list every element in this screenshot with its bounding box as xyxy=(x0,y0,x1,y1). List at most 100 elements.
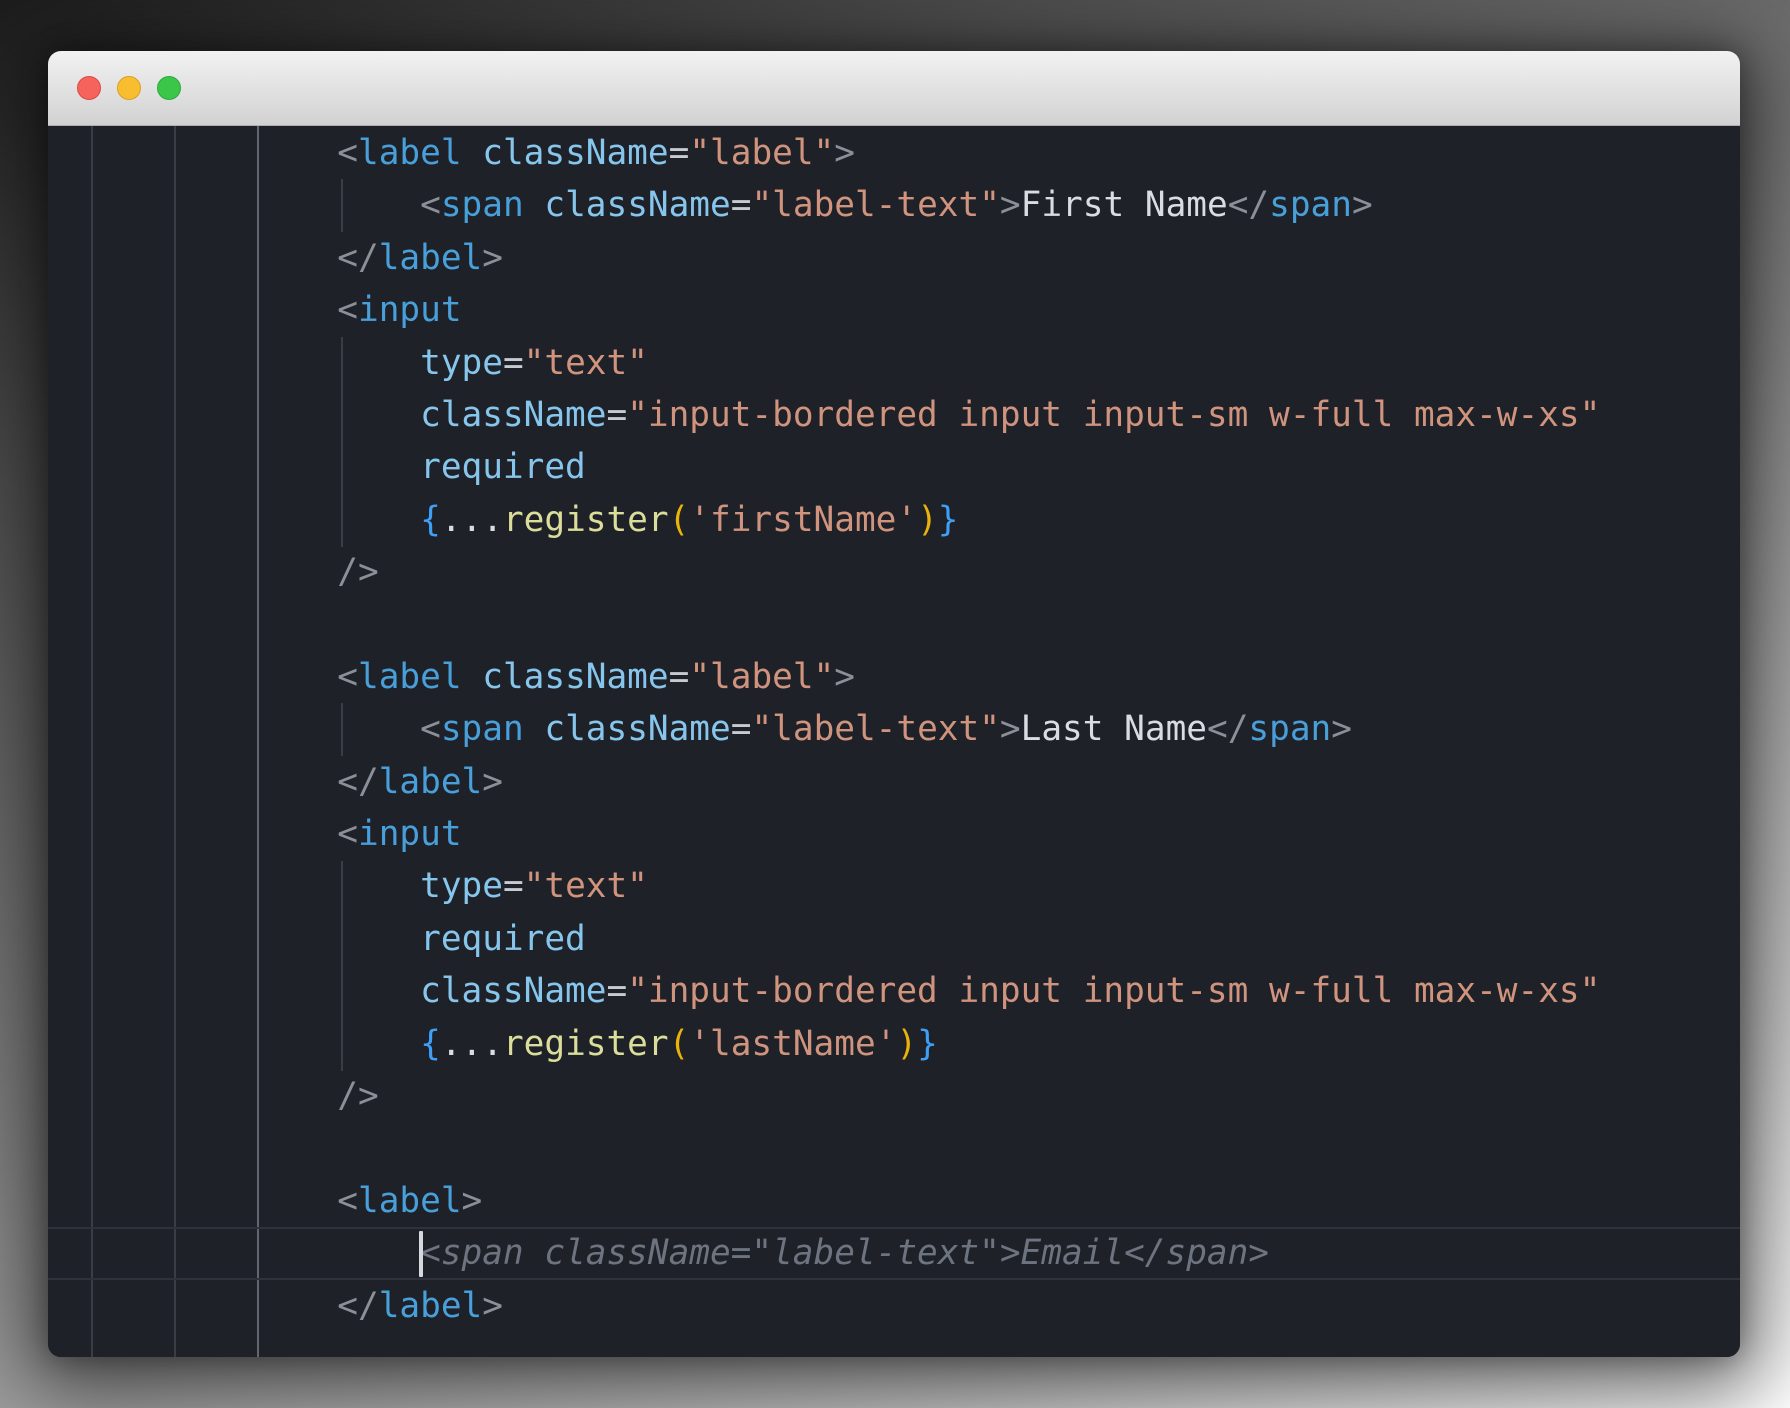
code-token-tag: input xyxy=(358,290,462,330)
code-line: required xyxy=(48,441,1600,493)
code-token-paren: ) xyxy=(917,500,938,540)
code-line: {...register('firstName')} xyxy=(48,494,1600,546)
code-token-punct: /> xyxy=(337,1076,378,1116)
code-token-sp xyxy=(48,1286,337,1326)
code-token-eq: = xyxy=(731,185,752,225)
code-token-sp xyxy=(48,290,337,330)
code-token-punct: < xyxy=(337,290,358,330)
code-token-brace: { xyxy=(420,1024,441,1064)
code-token-sp xyxy=(48,447,420,487)
code-token-brace: { xyxy=(420,500,441,540)
code-line: required xyxy=(48,913,1600,965)
code-token-sp xyxy=(48,814,337,854)
code-token-punct: </ xyxy=(1228,185,1269,225)
code-line: /> xyxy=(48,546,1600,598)
code-token-punct: > xyxy=(834,657,855,697)
code-line: <span className="label-text">Email</span… xyxy=(48,1227,1600,1279)
code-line: {...register('lastName')} xyxy=(48,1018,1600,1070)
code-token-tag: input xyxy=(358,814,462,854)
code-line xyxy=(48,1122,1600,1174)
code-token-punct: < xyxy=(420,185,441,225)
code-token-punct: > xyxy=(834,133,855,173)
code-token-tag: label xyxy=(379,762,483,802)
app-window: <label className="label"> <span classNam… xyxy=(48,51,1740,1357)
code-token-text: Last Name xyxy=(1021,709,1207,749)
title-bar[interactable] xyxy=(48,51,1740,126)
code-token-str: "label" xyxy=(689,657,834,697)
code-line: <label className="label"> xyxy=(48,127,1600,179)
code-token-attr: required xyxy=(420,447,586,487)
minimize-button[interactable] xyxy=(117,76,141,100)
code-token-str: "text" xyxy=(524,866,648,906)
code-token-sp xyxy=(48,1181,337,1221)
code-token-punct: < xyxy=(420,709,441,749)
code-token-str: 'firstName' xyxy=(689,500,917,540)
code-token-punct: > xyxy=(482,1286,503,1326)
code-line: <input xyxy=(48,284,1600,336)
code-token-sp xyxy=(462,133,483,173)
code-token-tag: label xyxy=(358,657,462,697)
code-token-punct: > xyxy=(1352,185,1373,225)
code-token-brace: } xyxy=(938,500,959,540)
code-token-ghost: <span className="label-text">Email</span… xyxy=(420,1233,1269,1273)
code-token-func: register xyxy=(503,500,669,540)
code-token-sp xyxy=(462,657,483,697)
code-line: <input xyxy=(48,808,1600,860)
code-token-sp xyxy=(48,1024,420,1064)
close-button[interactable] xyxy=(77,76,101,100)
code-token-attr: className xyxy=(420,971,606,1011)
code-token-eq: = xyxy=(731,709,752,749)
code-token-func: register xyxy=(503,1024,669,1064)
code-token-text: ... xyxy=(441,1024,503,1064)
code-token-attr: className xyxy=(482,657,668,697)
code-token-sp xyxy=(48,1233,420,1273)
code-token-punct: < xyxy=(337,657,358,697)
code-token-sp xyxy=(48,500,420,540)
code-token-punct: </ xyxy=(337,238,378,278)
code-token-sp xyxy=(48,552,337,592)
code-token-sp xyxy=(48,395,420,435)
code-token-sp xyxy=(48,133,337,173)
code-token-eq: = xyxy=(503,343,524,383)
traffic-lights xyxy=(77,76,181,100)
code-token-sp xyxy=(48,238,337,278)
code-line: </label> xyxy=(48,232,1600,284)
code-line: <label className="label"> xyxy=(48,651,1600,703)
code-token-attr: required xyxy=(420,919,586,959)
code-token-tag: span xyxy=(1269,185,1352,225)
code-token-attr: className xyxy=(482,133,668,173)
code-token-attr: className xyxy=(420,395,606,435)
code-token-sp xyxy=(48,971,420,1011)
code-token-str: "label-text" xyxy=(751,709,999,749)
code-token-str: "text" xyxy=(524,343,648,383)
code-token-punct: > xyxy=(482,762,503,802)
code-token-punct: > xyxy=(462,1181,483,1221)
code-token-eq: = xyxy=(606,395,627,435)
code-line xyxy=(48,599,1600,651)
code-token-sp xyxy=(48,657,337,697)
code-token-text: First Name xyxy=(1021,185,1228,225)
code-editor[interactable]: <label className="label"> <span classNam… xyxy=(48,126,1740,1357)
code-token-punct: </ xyxy=(337,1286,378,1326)
code-token-str: "input-bordered input input-sm w-full ma… xyxy=(627,971,1600,1011)
code-token-sp xyxy=(48,866,420,906)
code-token-brace: } xyxy=(917,1024,938,1064)
code-token-punct: > xyxy=(1000,185,1021,225)
code-token-eq: = xyxy=(669,657,690,697)
code-line: className="input-bordered input input-sm… xyxy=(48,965,1600,1017)
code-token-punct: < xyxy=(337,133,358,173)
code-token-punct: < xyxy=(337,1181,358,1221)
code-line: </label> xyxy=(48,756,1600,808)
code-line: <label> xyxy=(48,1175,1600,1227)
zoom-button[interactable] xyxy=(157,76,181,100)
code-token-sp xyxy=(48,1076,337,1116)
code-token-sp xyxy=(48,709,420,749)
code-token-sp xyxy=(48,185,420,225)
code-token-sp xyxy=(48,919,420,959)
code-token-attr: className xyxy=(544,709,730,749)
code-token-attr: className xyxy=(544,185,730,225)
code-token-tag: span xyxy=(441,185,524,225)
code-token-punct: </ xyxy=(337,762,378,802)
code-token-paren: ( xyxy=(669,500,690,540)
code-token-eq: = xyxy=(606,971,627,1011)
